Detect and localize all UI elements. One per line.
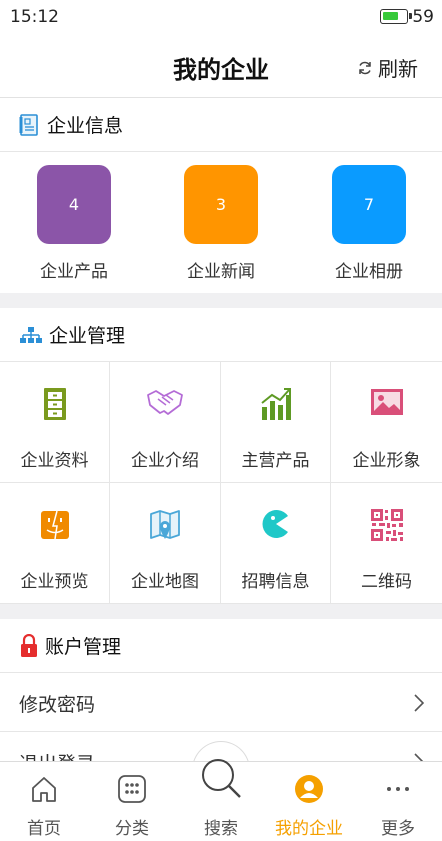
grid-item-company-profile[interactable]: 企业资料 bbox=[0, 362, 110, 483]
card-tile-products: 4 bbox=[37, 165, 111, 244]
grid-item-label: 企业介绍 bbox=[131, 451, 199, 471]
card-count: 3 bbox=[215, 195, 227, 214]
refresh-label: 刷新 bbox=[378, 57, 418, 81]
status-time: 15:12 bbox=[10, 7, 59, 27]
picture-icon bbox=[370, 389, 403, 415]
card-news[interactable]: 3 企业新闻 bbox=[176, 165, 266, 282]
card-label: 企业相册 bbox=[335, 262, 403, 282]
tab-label: 我的企业 bbox=[275, 819, 343, 839]
section-title-manage: 企业管理 bbox=[49, 325, 126, 347]
grid-item-label: 主营产品 bbox=[241, 451, 310, 471]
grid-item-company-map[interactable]: 企业地图 bbox=[110, 483, 221, 604]
grid-item-qr-code[interactable]: 二维码 bbox=[331, 483, 442, 604]
card-album[interactable]: 7 企业相册 bbox=[324, 165, 414, 282]
grid-item-company-intro[interactable]: 企业介绍 bbox=[110, 362, 221, 483]
tab-my-company[interactable]: 我的企业 bbox=[265, 762, 353, 841]
tab-category[interactable]: 分类 bbox=[88, 762, 176, 841]
section-title-account: 账户管理 bbox=[45, 636, 122, 658]
tab-more[interactable]: 更多 bbox=[354, 762, 442, 841]
grid-item-label: 企业预览 bbox=[20, 572, 89, 592]
refresh-button[interactable]: 刷新 bbox=[357, 53, 418, 82]
bottom-tab-bar: 首页 分类 搜索 我的企业 更多 bbox=[0, 759, 442, 841]
card-label: 企业新闻 bbox=[187, 262, 255, 282]
tab-label: 首页 bbox=[27, 819, 61, 839]
tab-label: 分类 bbox=[115, 819, 149, 839]
section-title-info: 企业信息 bbox=[47, 115, 124, 137]
nav-bar: 我的企业 刷新 bbox=[0, 36, 442, 98]
grid-dots-icon bbox=[118, 775, 146, 803]
refresh-icon bbox=[359, 61, 371, 74]
battery-icon bbox=[380, 9, 412, 24]
cabinet-icon bbox=[43, 388, 66, 420]
card-tile-album: 7 bbox=[332, 165, 406, 244]
org-chart-icon bbox=[20, 326, 42, 343]
card-count: 7 bbox=[363, 195, 375, 214]
user-icon bbox=[295, 775, 323, 803]
finder-face-icon bbox=[40, 510, 69, 540]
info-card-row: 4 企业产品 3 企业新闻 7 企业相册 bbox=[0, 152, 442, 293]
lock-icon bbox=[21, 633, 37, 657]
status-bar: 15:12 59 bbox=[0, 0, 442, 36]
grid-item-company-image[interactable]: 企业形象 bbox=[331, 362, 442, 483]
manage-grid: 企业资料 企业介绍 主营产品 企业形象 企业预览 企业地图 招聘信息 二维码 bbox=[0, 362, 442, 604]
section-divider bbox=[0, 604, 442, 619]
tab-label: 搜索 bbox=[204, 819, 238, 839]
grid-item-label: 企业资料 bbox=[20, 451, 89, 471]
handshake-icon bbox=[147, 390, 183, 415]
more-icon bbox=[387, 787, 409, 791]
grid-item-label: 招聘信息 bbox=[241, 572, 310, 592]
grid-item-recruitment[interactable]: 招聘信息 bbox=[221, 483, 331, 604]
pacman-icon bbox=[262, 510, 288, 538]
grid-item-label: 企业形象 bbox=[352, 451, 421, 471]
chevron-right-icon bbox=[414, 694, 424, 712]
home-icon bbox=[32, 777, 56, 802]
growth-chart-icon bbox=[260, 388, 291, 420]
card-count: 4 bbox=[68, 195, 80, 214]
grid-item-label: 二维码 bbox=[361, 572, 412, 592]
section-header-account: 账户管理 bbox=[0, 619, 442, 673]
card-tile-news: 3 bbox=[184, 165, 258, 244]
document-icon bbox=[19, 113, 38, 136]
grid-item-label: 企业地图 bbox=[131, 572, 199, 592]
section-header-manage: 企业管理 bbox=[0, 308, 442, 362]
card-label: 企业产品 bbox=[40, 262, 108, 282]
card-products[interactable]: 4 企业产品 bbox=[29, 165, 119, 282]
battery-fill bbox=[383, 12, 399, 20]
map-icon bbox=[150, 510, 180, 539]
change-password-row[interactable]: 修改密码 bbox=[0, 673, 442, 732]
section-divider bbox=[0, 293, 442, 308]
qr-code-icon bbox=[370, 509, 403, 541]
battery-level: 59 bbox=[412, 7, 434, 27]
tab-home[interactable]: 首页 bbox=[0, 762, 88, 841]
tab-label: 更多 bbox=[381, 819, 415, 839]
tab-search[interactable]: 搜索 bbox=[177, 759, 265, 841]
section-header-info: 企业信息 bbox=[0, 98, 442, 152]
search-icon bbox=[202, 759, 241, 798]
row-label: 修改密码 bbox=[19, 694, 96, 716]
grid-item-company-preview[interactable]: 企业预览 bbox=[0, 483, 110, 604]
grid-item-main-products[interactable]: 主营产品 bbox=[221, 362, 331, 483]
